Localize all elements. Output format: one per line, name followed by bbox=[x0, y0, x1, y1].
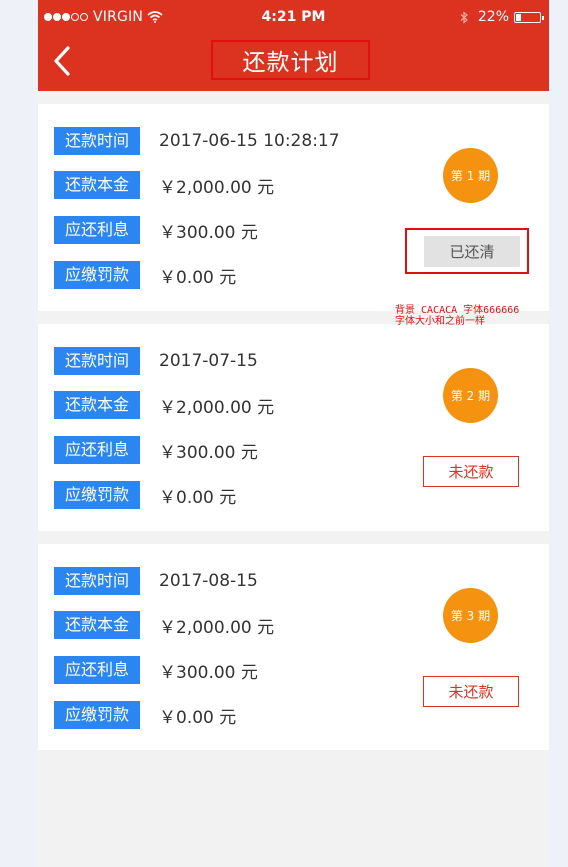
plan-card-3: 还款时间 2017-08-15 还款本金 ￥2,000.00 元 应还利息 ￥3… bbox=[38, 544, 549, 750]
field-value: ￥300.00 元 bbox=[159, 222, 258, 243]
back-button[interactable] bbox=[50, 44, 74, 78]
field-value: ￥300.00 元 bbox=[159, 662, 258, 683]
field-row: 应缴罚款 ￥0.00 元 bbox=[54, 701, 236, 729]
page-title: 还款计划 bbox=[211, 40, 370, 80]
field-label: 还款本金 bbox=[54, 611, 140, 639]
bluetooth-icon bbox=[460, 10, 468, 24]
field-row: 还款时间 2017-08-15 bbox=[54, 567, 258, 595]
field-label: 应还利息 bbox=[54, 436, 140, 464]
field-value: ￥2,000.00 元 bbox=[159, 617, 275, 638]
field-row: 还款本金 ￥2,000.00 元 bbox=[54, 611, 274, 639]
field-label: 还款本金 bbox=[54, 171, 140, 199]
unpaid-status-button[interactable]: 未还款 bbox=[423, 456, 519, 487]
chevron-left-icon bbox=[54, 46, 70, 76]
field-row: 还款本金 ￥2,000.00 元 bbox=[54, 391, 274, 419]
period-badge: 第 3 期 bbox=[443, 588, 498, 643]
field-value: ￥0.00 元 bbox=[159, 487, 237, 508]
app-header: VIRGIN 4:21 PM 22% 还款计划 bbox=[38, 0, 549, 91]
field-label: 还款时间 bbox=[54, 347, 140, 375]
annotation-highlight-box bbox=[405, 228, 529, 274]
field-value: ￥2,000.00 元 bbox=[159, 177, 275, 198]
plan-card-1: 还款时间 2017-06-15 10:28:17 还款本金 ￥2,000.00 … bbox=[38, 104, 549, 311]
field-value: ￥0.00 元 bbox=[159, 707, 237, 728]
unpaid-status-button[interactable]: 未还款 bbox=[423, 676, 519, 707]
field-value: ￥0.00 元 bbox=[159, 267, 237, 288]
field-row: 应缴罚款 ￥0.00 元 bbox=[54, 481, 236, 509]
field-value: 2017-07-15 bbox=[159, 351, 258, 371]
plan-card-2: 还款时间 2017-07-15 还款本金 ￥2,000.00 元 应还利息 ￥3… bbox=[38, 324, 549, 531]
field-label: 应缴罚款 bbox=[54, 701, 140, 729]
status-bar: VIRGIN 4:21 PM 22% bbox=[38, 0, 549, 36]
annotation-line: 背景 CACACA 字体666666 bbox=[395, 305, 520, 316]
design-annotation: 背景 CACACA 字体666666 字体大小和之前一样 bbox=[395, 305, 555, 327]
field-row: 应还利息 ￥300.00 元 bbox=[54, 436, 258, 464]
app-screen: VIRGIN 4:21 PM 22% 还款计划 还款时间 2017-06-15 … bbox=[38, 0, 549, 867]
field-row: 应缴罚款 ￥0.00 元 bbox=[54, 261, 236, 289]
field-label: 还款本金 bbox=[54, 391, 140, 419]
field-label: 应还利息 bbox=[54, 656, 140, 684]
field-value: 2017-06-15 10:28:17 bbox=[159, 131, 340, 151]
battery-icon bbox=[514, 11, 544, 23]
field-label: 还款时间 bbox=[54, 127, 140, 155]
battery-percent: 22% bbox=[477, 9, 509, 25]
status-right: 22% bbox=[460, 9, 544, 25]
field-value: 2017-08-15 bbox=[159, 571, 258, 591]
field-label: 还款时间 bbox=[54, 567, 140, 595]
field-row: 还款本金 ￥2,000.00 元 bbox=[54, 171, 274, 199]
field-label: 应还利息 bbox=[54, 216, 140, 244]
field-row: 应还利息 ￥300.00 元 bbox=[54, 656, 258, 684]
field-label: 应缴罚款 bbox=[54, 481, 140, 509]
field-row: 应还利息 ￥300.00 元 bbox=[54, 216, 258, 244]
annotation-line: 字体大小和之前一样 bbox=[395, 316, 485, 327]
field-label: 应缴罚款 bbox=[54, 261, 140, 289]
field-row: 还款时间 2017-06-15 10:28:17 bbox=[54, 127, 340, 155]
field-value: ￥2,000.00 元 bbox=[159, 397, 275, 418]
period-badge: 第 2 期 bbox=[443, 368, 498, 423]
field-value: ￥300.00 元 bbox=[159, 442, 258, 463]
field-row: 还款时间 2017-07-15 bbox=[54, 347, 258, 375]
period-badge: 第 1 期 bbox=[443, 148, 498, 203]
